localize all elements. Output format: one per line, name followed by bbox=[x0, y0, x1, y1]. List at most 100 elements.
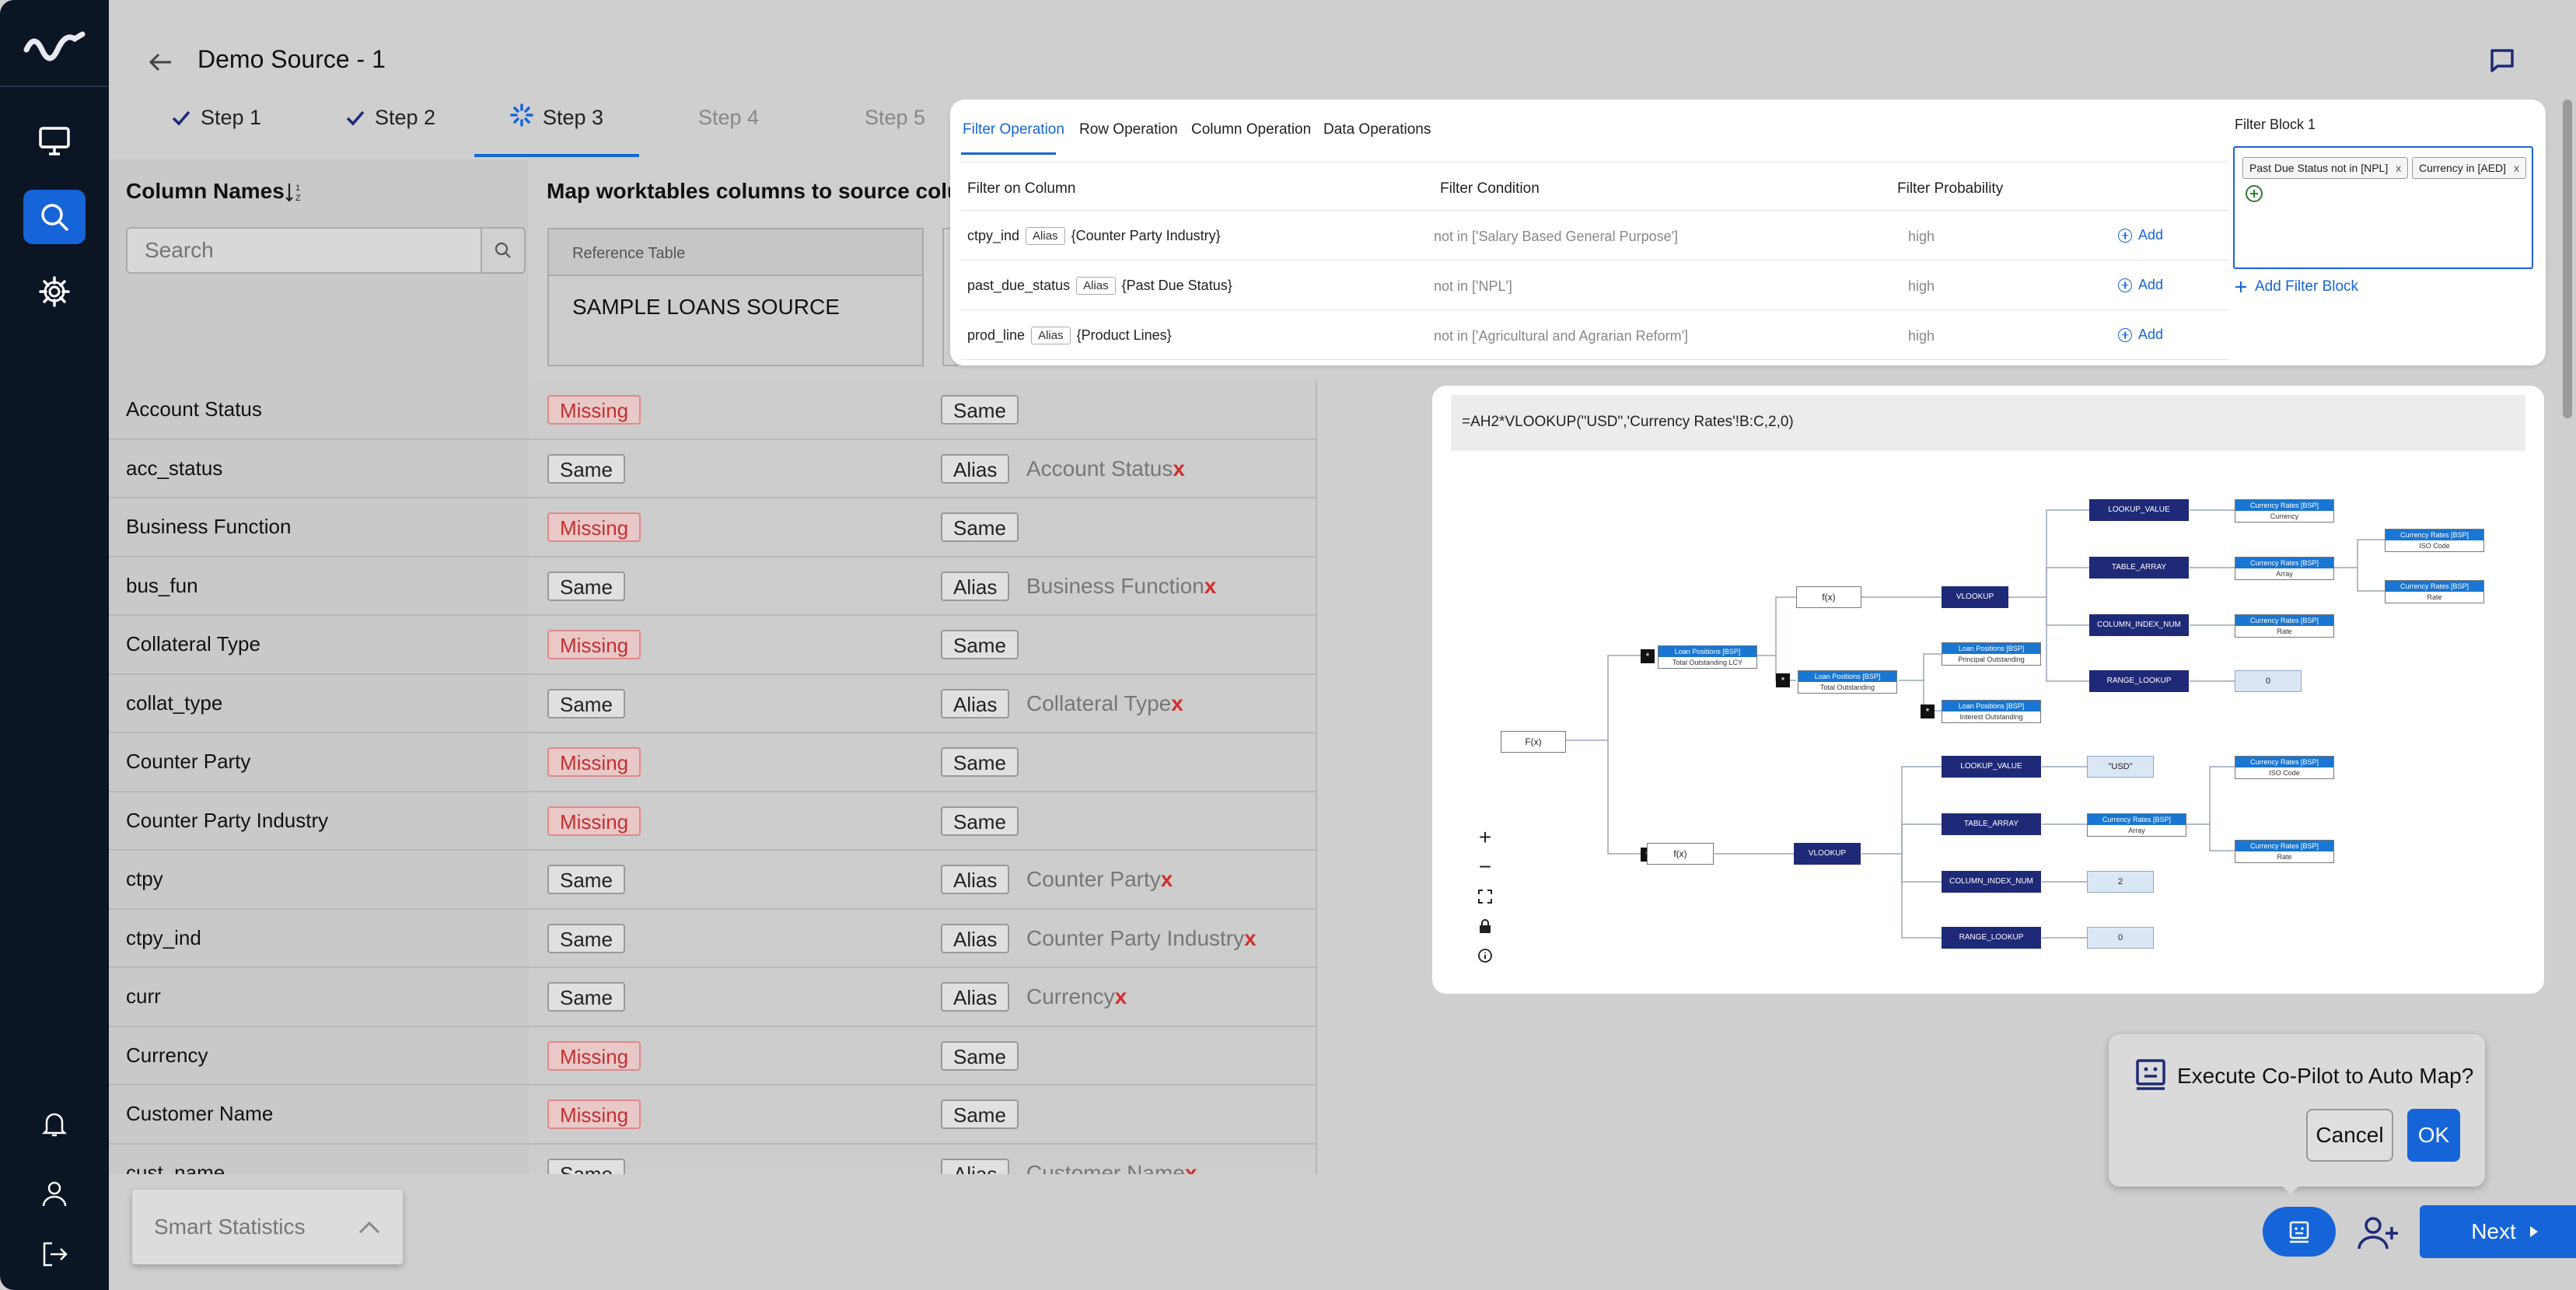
root-node[interactable]: F(x) bbox=[1501, 731, 1566, 753]
sidebar-item-dashboard[interactable] bbox=[23, 114, 86, 168]
add-filter-button[interactable]: Add bbox=[2118, 227, 2163, 243]
field-node[interactable]: Currency Rates [BSP] Array bbox=[2235, 557, 2334, 580]
step-1[interactable]: Step 1 bbox=[171, 106, 261, 130]
status-badge[interactable]: Same bbox=[547, 1158, 625, 1174]
status-badge[interactable]: Same bbox=[547, 982, 625, 1012]
mapping-type-badge[interactable]: Alias bbox=[941, 453, 1010, 484]
tab-filter-operation[interactable]: Filter Operation bbox=[963, 121, 1064, 138]
sidebar-item-settings[interactable] bbox=[23, 264, 86, 319]
add-filter-button[interactable]: Add bbox=[2118, 327, 2163, 343]
field-node[interactable]: Currency Rates [BSP] ISO Code bbox=[2235, 756, 2334, 779]
table-array-node[interactable]: TABLE_ARRAY bbox=[1942, 813, 2041, 835]
add-chip-icon[interactable] bbox=[2246, 185, 2263, 202]
field-node[interactable]: Loan Positions [BSP] Total Outstanding bbox=[1798, 670, 1897, 694]
copilot-button[interactable] bbox=[2263, 1207, 2336, 1257]
function-node[interactable]: f(x) bbox=[1647, 843, 1714, 865]
function-node[interactable]: f(x) bbox=[1796, 586, 1861, 608]
sidebar-item-search[interactable] bbox=[23, 190, 86, 244]
column-index-node[interactable]: COLUMN_INDEX_NUM bbox=[1942, 871, 2041, 893]
remove-alias-icon[interactable]: x bbox=[1115, 984, 1127, 1009]
step-4[interactable]: Step 4 bbox=[698, 106, 759, 130]
mapping-type-badge[interactable]: Same bbox=[941, 1099, 1019, 1129]
column-index-node[interactable]: COLUMN_INDEX_NUM bbox=[2089, 614, 2189, 636]
search-button[interactable] bbox=[481, 227, 526, 274]
filter-chip[interactable]: Currency in [AED] x bbox=[2412, 157, 2527, 179]
field-node[interactable]: Loan Positions [BSP] Total Outstanding LC… bbox=[1658, 645, 1757, 669]
close-icon[interactable]: x bbox=[2514, 162, 2519, 174]
add-filter-block-button[interactable]: Add Filter Block bbox=[2235, 278, 2358, 295]
mapping-type-badge[interactable]: Same bbox=[941, 395, 1019, 425]
vlookup-node[interactable]: VLOOKUP bbox=[1794, 843, 1861, 865]
close-icon[interactable]: x bbox=[2396, 162, 2401, 174]
ok-button[interactable]: OK bbox=[2407, 1109, 2460, 1162]
add-filter-button[interactable]: Add bbox=[2118, 277, 2163, 293]
remove-alias-icon[interactable]: x bbox=[1244, 926, 1257, 950]
lock-button[interactable] bbox=[1470, 911, 1501, 941]
value-node[interactable]: 2 bbox=[2087, 871, 2154, 893]
search-input[interactable] bbox=[126, 227, 482, 274]
status-badge[interactable]: Missing bbox=[547, 512, 641, 542]
status-badge[interactable]: Same bbox=[547, 571, 625, 601]
range-lookup-node[interactable]: RANGE_LOOKUP bbox=[2089, 670, 2189, 692]
field-node[interactable]: Currency Rates [BSP] Rate bbox=[2235, 614, 2334, 638]
status-badge[interactable]: Same bbox=[547, 688, 625, 718]
chat-icon[interactable] bbox=[2487, 45, 2518, 76]
sidebar-item-profile[interactable] bbox=[23, 1166, 86, 1221]
reference-table-card[interactable]: Reference Table SAMPLE LOANS SOURCE bbox=[547, 228, 924, 366]
remove-alias-icon[interactable]: x bbox=[1173, 456, 1185, 481]
filter-chip[interactable]: Past Due Status not in [NPL] x bbox=[2242, 157, 2409, 179]
step-3[interactable]: Step 3 bbox=[510, 103, 603, 129]
field-node[interactable]: Currency Rates [BSP] Array bbox=[2087, 813, 2186, 837]
sidebar-item-logout[interactable] bbox=[23, 1227, 86, 1281]
tab-column-operation[interactable]: Column Operation bbox=[1191, 121, 1311, 138]
status-badge[interactable]: Missing bbox=[547, 806, 641, 836]
mapping-type-badge[interactable]: Alias bbox=[941, 865, 1010, 894]
mapping-type-badge[interactable]: Alias bbox=[941, 688, 1010, 718]
back-arrow-icon[interactable] bbox=[145, 47, 176, 78]
field-node[interactable]: Loan Positions [BSP] Principal Outstandin… bbox=[1942, 642, 2041, 666]
step-2[interactable]: Step 2 bbox=[345, 106, 435, 130]
fit-view-button[interactable] bbox=[1470, 882, 1501, 911]
add-user-icon[interactable] bbox=[2356, 1213, 2399, 1253]
range-lookup-node[interactable]: RANGE_LOOKUP bbox=[1942, 927, 2041, 949]
mapping-type-badge[interactable]: Alias bbox=[941, 982, 1010, 1012]
field-node[interactable]: Currency Rates [BSP] Rate bbox=[2385, 580, 2484, 603]
status-badge[interactable]: Missing bbox=[547, 1040, 641, 1071]
remove-alias-icon[interactable]: x bbox=[1171, 691, 1183, 715]
lookup-value-node[interactable]: LOOKUP_VALUE bbox=[1942, 756, 2041, 778]
status-badge[interactable]: Missing bbox=[547, 747, 641, 777]
info-button[interactable] bbox=[1470, 941, 1501, 970]
tab-row-operation[interactable]: Row Operation bbox=[1079, 121, 1178, 138]
vlookup-node[interactable]: VLOOKUP bbox=[1942, 586, 2008, 608]
remove-alias-icon[interactable]: x bbox=[1204, 574, 1217, 598]
scrollbar[interactable] bbox=[2563, 100, 2572, 418]
filter-block-box[interactable]: Past Due Status not in [NPL] x Currency i… bbox=[2233, 146, 2533, 269]
field-node[interactable]: Currency Rates [BSP] ISO Code bbox=[2385, 529, 2484, 552]
smart-statistics-toggle[interactable]: Smart Statistics bbox=[132, 1190, 403, 1264]
field-node[interactable]: Currency Rates [BSP] Currency bbox=[2235, 499, 2334, 523]
value-node[interactable]: 0 bbox=[2235, 670, 2302, 692]
step-5[interactable]: Step 5 bbox=[865, 106, 925, 130]
remove-alias-icon[interactable]: x bbox=[1161, 867, 1173, 891]
status-badge[interactable]: Same bbox=[547, 923, 625, 953]
remove-alias-icon[interactable]: x bbox=[1185, 1161, 1197, 1175]
mapping-type-badge[interactable]: Same bbox=[941, 512, 1019, 542]
mapping-type-badge[interactable]: Alias bbox=[941, 1158, 1010, 1174]
value-node[interactable]: 0 bbox=[2087, 927, 2154, 949]
mapping-type-badge[interactable]: Same bbox=[941, 1040, 1019, 1071]
mapping-type-badge[interactable]: Same bbox=[941, 806, 1019, 836]
multiply-node[interactable]: * bbox=[1641, 649, 1655, 663]
next-button[interactable]: Next bbox=[2420, 1205, 2576, 1258]
field-node[interactable]: Loan Positions [BSP] Interest Outstanding bbox=[1942, 700, 2041, 723]
mapping-type-badge[interactable]: Alias bbox=[941, 923, 1010, 953]
mapping-type-badge[interactable]: Same bbox=[941, 630, 1019, 659]
cancel-button[interactable]: Cancel bbox=[2306, 1109, 2393, 1162]
mapping-type-badge[interactable]: Same bbox=[941, 747, 1019, 777]
zoom-out-button[interactable]: − bbox=[1470, 852, 1501, 882]
status-badge[interactable]: Missing bbox=[547, 1099, 641, 1129]
status-badge[interactable]: Same bbox=[547, 865, 625, 894]
mapping-type-badge[interactable]: Alias bbox=[941, 571, 1010, 601]
tab-data-operations[interactable]: Data Operations bbox=[1323, 121, 1431, 138]
zoom-in-button[interactable]: + bbox=[1470, 823, 1501, 852]
status-badge[interactable]: Missing bbox=[547, 630, 641, 659]
